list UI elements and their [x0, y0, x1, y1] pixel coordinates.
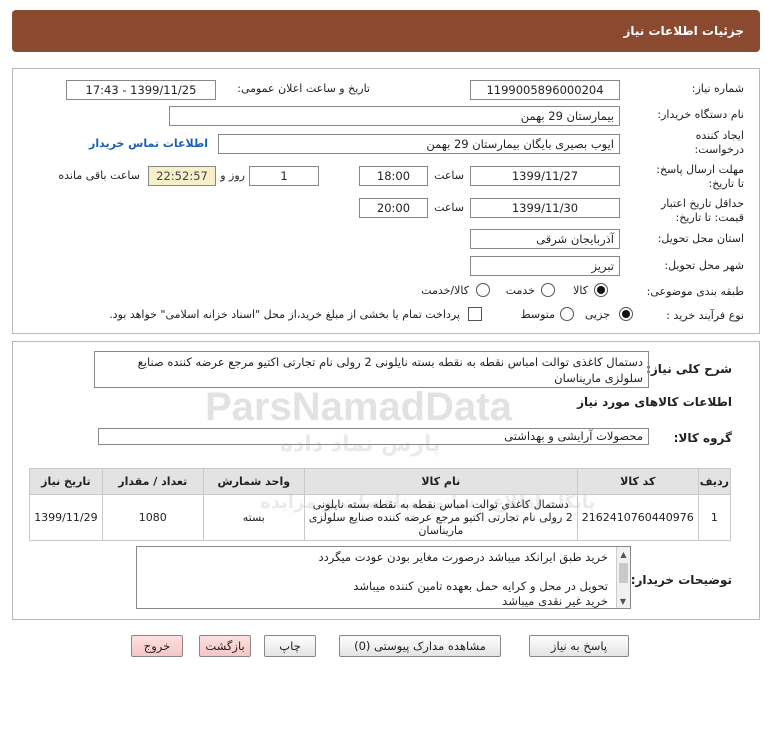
exit-button[interactable]: خروج — [131, 635, 183, 657]
goods-info-title: اطلاعات کالاهای مورد نیاز — [577, 395, 732, 409]
process-label: نوع فرآیند خرید : — [666, 309, 744, 322]
announce-label: تاریخ و ساعت اعلان عمومی: — [237, 82, 370, 95]
category-goods-service-label: کالا/خدمت — [421, 284, 469, 297]
col-qty: تعداد / مقدار — [101, 468, 204, 495]
col-date: تاریخ نیاز — [29, 468, 103, 495]
buyer-org-label: نام دستگاه خریدار: — [657, 108, 744, 121]
category-label: طبقه بندی موضوعی: — [646, 285, 744, 298]
back-button[interactable]: بازگشت — [199, 635, 251, 657]
buyer-org-field: بیمارستان 29 بهمن — [169, 106, 620, 126]
validity-label-2: قیمت: تا تاریخ: — [675, 211, 744, 224]
requester-label-1: ایجاد کننده — [695, 129, 744, 142]
process-partial-radio[interactable] — [619, 307, 633, 321]
deadline-days-label: روز و — [220, 169, 245, 182]
summary-box: دستمال کاغذی توالت امباس نقطه به نقطه بس… — [94, 351, 649, 388]
deadline-label-1: مهلت ارسال پاسخ: — [656, 163, 744, 176]
buyer-notes-label: توضیحات خریدار: — [630, 573, 732, 587]
goods-group-field: محصولات آرایشی و بهداشتی — [98, 428, 649, 445]
need-number-field: 1199005896000204 — [470, 80, 620, 100]
category-service-radio[interactable] — [541, 283, 555, 297]
buyer-notes-scrollbar[interactable]: ▲ ▼ — [616, 547, 630, 608]
buyer-contact-link[interactable]: اطلاعات تماس خریدار — [89, 137, 208, 150]
cell-date: 1399/11/29 — [29, 494, 103, 541]
respond-button[interactable]: پاسخ به نیاز — [529, 635, 629, 657]
buyer-notes-line-1: خرید طبق ایرانکد میباشد درصورت مغایر بود… — [318, 550, 609, 564]
table-row[interactable]: 1 2162410760440976 دستمال کاغذی توالت ام… — [29, 494, 732, 541]
deadline-time-label: ساعت — [434, 169, 464, 182]
goods-group-label: گروه کالا: — [673, 431, 732, 445]
buyer-notes-line-2: تحویل در محل و کرایه حمل بعهده تامین کنن… — [353, 579, 608, 593]
deadline-date-field: 1399/11/27 — [470, 166, 620, 186]
process-partial-label: جزیی — [584, 308, 610, 321]
deadline-time-field: 18:00 — [359, 166, 428, 186]
category-goods-radio[interactable] — [594, 283, 608, 297]
validity-date-field: 1399/11/30 — [470, 198, 620, 218]
cell-qty: 1080 — [101, 494, 204, 541]
goods-table-header: ردیف کد کالا نام کالا واحد شمارش تعداد /… — [29, 468, 732, 495]
validity-label-1: حداقل تاریخ اعتبار — [660, 197, 744, 210]
announce-field: 1399/11/25 - 17:43 — [66, 80, 216, 100]
summary-text: دستمال کاغذی توالت امباس نقطه به نقطه بس… — [137, 355, 643, 385]
scroll-thumb[interactable] — [619, 563, 628, 583]
page-header: جزئیات اطلاعات نیاز — [12, 10, 760, 52]
requester-label-2: درخواست: — [694, 143, 744, 156]
goods-table: ردیف کد کالا نام کالا واحد شمارش تعداد /… — [29, 468, 732, 541]
treasury-payment-note: پرداخت تمام یا بخشی از مبلغ خرید،از محل … — [109, 308, 460, 321]
page-title: جزئیات اطلاعات نیاز — [623, 24, 744, 38]
deadline-label-2: تا تاریخ: — [708, 177, 744, 190]
validity-time-field: 20:00 — [359, 198, 428, 218]
buyer-notes-box[interactable]: ▲ ▼ خرید طبق ایرانکد میباشد درصورت مغایر… — [136, 546, 631, 609]
category-service-label: خدمت — [505, 284, 535, 297]
category-goods-service-radio[interactable] — [476, 283, 490, 297]
cell-code: 2162410760440976 — [576, 494, 699, 541]
need-number-label: شماره نیاز: — [691, 82, 744, 95]
requester-field: ایوب بصیری بایگان بیمارستان 29 بهمن — [218, 134, 620, 154]
print-button[interactable]: چاپ — [264, 635, 316, 657]
treasury-payment-checkbox[interactable] — [468, 307, 482, 321]
province-field: آذربایجان شرقی — [470, 229, 620, 249]
scroll-up-icon[interactable]: ▲ — [617, 547, 630, 561]
cell-name: دستمال کاغذی توالت امباس نقطه به نقطه بس… — [303, 494, 578, 541]
col-unit: واحد شمارش — [202, 468, 305, 495]
province-label: استان محل تحویل: — [657, 232, 744, 245]
summary-label: شرح کلی نیاز: — [646, 362, 732, 376]
validity-time-label: ساعت — [434, 201, 464, 214]
process-medium-radio[interactable] — [560, 307, 574, 321]
attachments-button[interactable]: مشاهده مدارک پیوستی (0) — [339, 635, 501, 657]
col-name: نام کالا — [303, 468, 578, 495]
deadline-days-field: 1 — [249, 166, 319, 186]
cell-unit: بسته — [202, 494, 305, 541]
category-goods-label: کالا — [573, 284, 588, 297]
col-row: ردیف — [697, 468, 732, 495]
col-code: کد کالا — [576, 468, 699, 495]
city-label: شهر محل تحویل: — [664, 259, 744, 272]
buyer-notes-line-3: خرید غیر نقدی میباشد — [502, 594, 608, 608]
city-field: تبریز — [470, 256, 620, 276]
process-medium-label: متوسط — [520, 308, 555, 321]
remaining-time-field: 22:52:57 — [148, 166, 216, 186]
cell-row: 1 — [697, 494, 732, 541]
scroll-down-icon[interactable]: ▼ — [616, 594, 630, 608]
remaining-label: ساعت باقی مانده — [58, 169, 140, 182]
